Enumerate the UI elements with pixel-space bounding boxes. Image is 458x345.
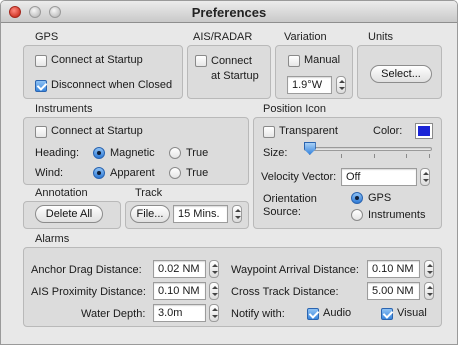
position-icon-group-label: Position Icon — [263, 103, 326, 115]
orientation-label-1: Orientation — [263, 193, 317, 205]
orientation-label-2: Source: — [263, 206, 301, 218]
track-interval-field[interactable]: 15 Mins. — [173, 205, 228, 223]
size-tick — [429, 154, 430, 158]
notify-with-label: Notify with: — [231, 308, 285, 320]
gps-connect-startup-checkbox[interactable]: Connect at Startup — [35, 54, 143, 67]
notify-audio-check[interactable] — [307, 308, 319, 320]
water-depth-field[interactable]: 3.0m — [153, 304, 206, 322]
wind-apparent-radio[interactable]: Apparent — [93, 167, 155, 179]
wind-true-radio-dot[interactable] — [169, 167, 181, 179]
size-tick — [406, 154, 407, 158]
window-title: Preferences — [191, 5, 267, 20]
ais-connect-line-2: at Startup — [211, 70, 259, 82]
orientation-instruments-label: Instruments — [368, 209, 426, 221]
anchor-drag-field[interactable]: 0.02 NM — [153, 260, 206, 278]
instruments-connect-startup-checkbox[interactable]: Connect at Startup — [35, 125, 143, 138]
gps-disconnect-closed-label: Disconnect when Closed — [51, 79, 173, 91]
size-tick — [341, 154, 342, 158]
ais-connect-startup-label: Connect at Startup — [211, 54, 259, 84]
variation-stepper[interactable] — [336, 76, 346, 94]
notify-audio-checkbox[interactable]: Audio — [307, 307, 351, 320]
wind-apparent-radio-dot[interactable] — [93, 167, 105, 179]
cross-track-field[interactable]: 5.00 NM — [367, 282, 420, 300]
notify-visual-checkbox[interactable]: Visual — [381, 307, 427, 320]
transparent-check[interactable] — [263, 126, 275, 138]
anchor-drag-stepper[interactable] — [209, 260, 219, 278]
heading-magnetic-radio-dot[interactable] — [93, 147, 105, 159]
heading-label: Heading: — [35, 147, 80, 159]
wind-apparent-label: Apparent — [110, 167, 155, 179]
variation-manual-checkbox[interactable]: Manual — [288, 54, 340, 67]
heading-magnetic-label: Magnetic — [110, 147, 155, 159]
anchor-drag-label: Anchor Drag Distance: — [31, 264, 142, 276]
instruments-connect-startup-label: Connect at Startup — [51, 125, 143, 137]
ais-proximity-label: AIS Proximity Distance: — [31, 286, 146, 298]
wind-label: Wind: — [35, 167, 64, 179]
transparent-checkbox[interactable]: Transparent — [263, 125, 338, 138]
gps-connect-startup-label: Connect at Startup — [51, 54, 143, 66]
ais-proximity-field[interactable]: 0.10 NM — [153, 282, 206, 300]
notify-audio-label: Audio — [323, 307, 352, 319]
velocity-vector-stepper[interactable] — [420, 168, 430, 186]
ais-connect-line-1: Connect — [211, 55, 252, 67]
heading-true-radio[interactable]: True — [169, 147, 208, 159]
color-label: Color: — [373, 125, 403, 137]
ais-connect-startup-check[interactable] — [195, 55, 207, 67]
transparent-label: Transparent — [279, 125, 338, 137]
color-well[interactable] — [415, 123, 433, 139]
water-depth-stepper[interactable] — [209, 304, 219, 322]
orientation-instruments-radio-dot[interactable] — [351, 209, 363, 221]
variation-value-field[interactable]: 1.9°W — [287, 76, 332, 94]
ais-proximity-stepper[interactable] — [209, 282, 219, 300]
ais-group-label: AIS/RADAR — [193, 31, 253, 43]
heading-true-radio-dot[interactable] — [169, 147, 181, 159]
ais-connect-startup-checkbox[interactable]: Connect at Startup — [195, 54, 259, 84]
units-select-button[interactable]: Select... — [370, 65, 432, 83]
track-group-label: Track — [135, 187, 163, 199]
preferences-window: Preferences GPS Connect at Startup Disco… — [0, 0, 458, 345]
velocity-vector-label: Velocity Vector: — [261, 171, 337, 183]
title-bar[interactable]: Preferences — [1, 1, 457, 23]
gps-group-label: GPS — [35, 31, 59, 43]
wind-true-radio[interactable]: True — [169, 167, 208, 179]
waypoint-arrival-stepper[interactable] — [424, 260, 434, 278]
size-tick — [374, 154, 375, 158]
waypoint-arrival-field[interactable]: 0.10 NM — [367, 260, 420, 278]
notify-visual-label: Visual — [397, 307, 427, 319]
size-slider-track[interactable] — [304, 147, 432, 151]
water-depth-label: Water Depth: — [81, 308, 146, 320]
gps-disconnect-closed-checkbox[interactable]: Disconnect when Closed — [35, 79, 172, 92]
wind-true-label: True — [186, 167, 209, 179]
color-swatch — [418, 126, 430, 136]
variation-manual-check[interactable] — [288, 55, 300, 67]
cross-track-label: Cross Track Distance: — [231, 286, 339, 298]
instruments-group-label: Instruments — [35, 103, 93, 115]
velocity-vector-field[interactable]: Off — [341, 168, 417, 186]
variation-group-label: Variation — [284, 31, 327, 43]
orientation-gps-radio-dot[interactable] — [351, 192, 363, 204]
orientation-instruments-radio[interactable]: Instruments — [351, 209, 425, 221]
variation-manual-label: Manual — [304, 54, 341, 66]
track-file-button[interactable]: File... — [130, 205, 170, 223]
cross-track-stepper[interactable] — [424, 282, 434, 300]
waypoint-arrival-label: Waypoint Arrival Distance: — [231, 264, 359, 276]
units-group-label: Units — [368, 31, 394, 43]
gps-connect-startup-check[interactable] — [35, 55, 47, 67]
alarms-group-label: Alarms — [35, 233, 70, 245]
orientation-gps-radio[interactable]: GPS — [351, 192, 391, 204]
annotation-group-label: Annotation — [35, 187, 88, 199]
size-label: Size: — [263, 147, 288, 159]
track-interval-stepper[interactable] — [232, 205, 242, 223]
heading-magnetic-radio[interactable]: Magnetic — [93, 147, 155, 159]
delete-all-button[interactable]: Delete All — [35, 205, 103, 223]
heading-true-label: True — [186, 147, 209, 159]
instruments-connect-startup-check[interactable] — [35, 126, 47, 138]
gps-disconnect-closed-check[interactable] — [35, 80, 47, 92]
orientation-gps-label: GPS — [368, 192, 392, 204]
notify-visual-check[interactable] — [381, 308, 393, 320]
